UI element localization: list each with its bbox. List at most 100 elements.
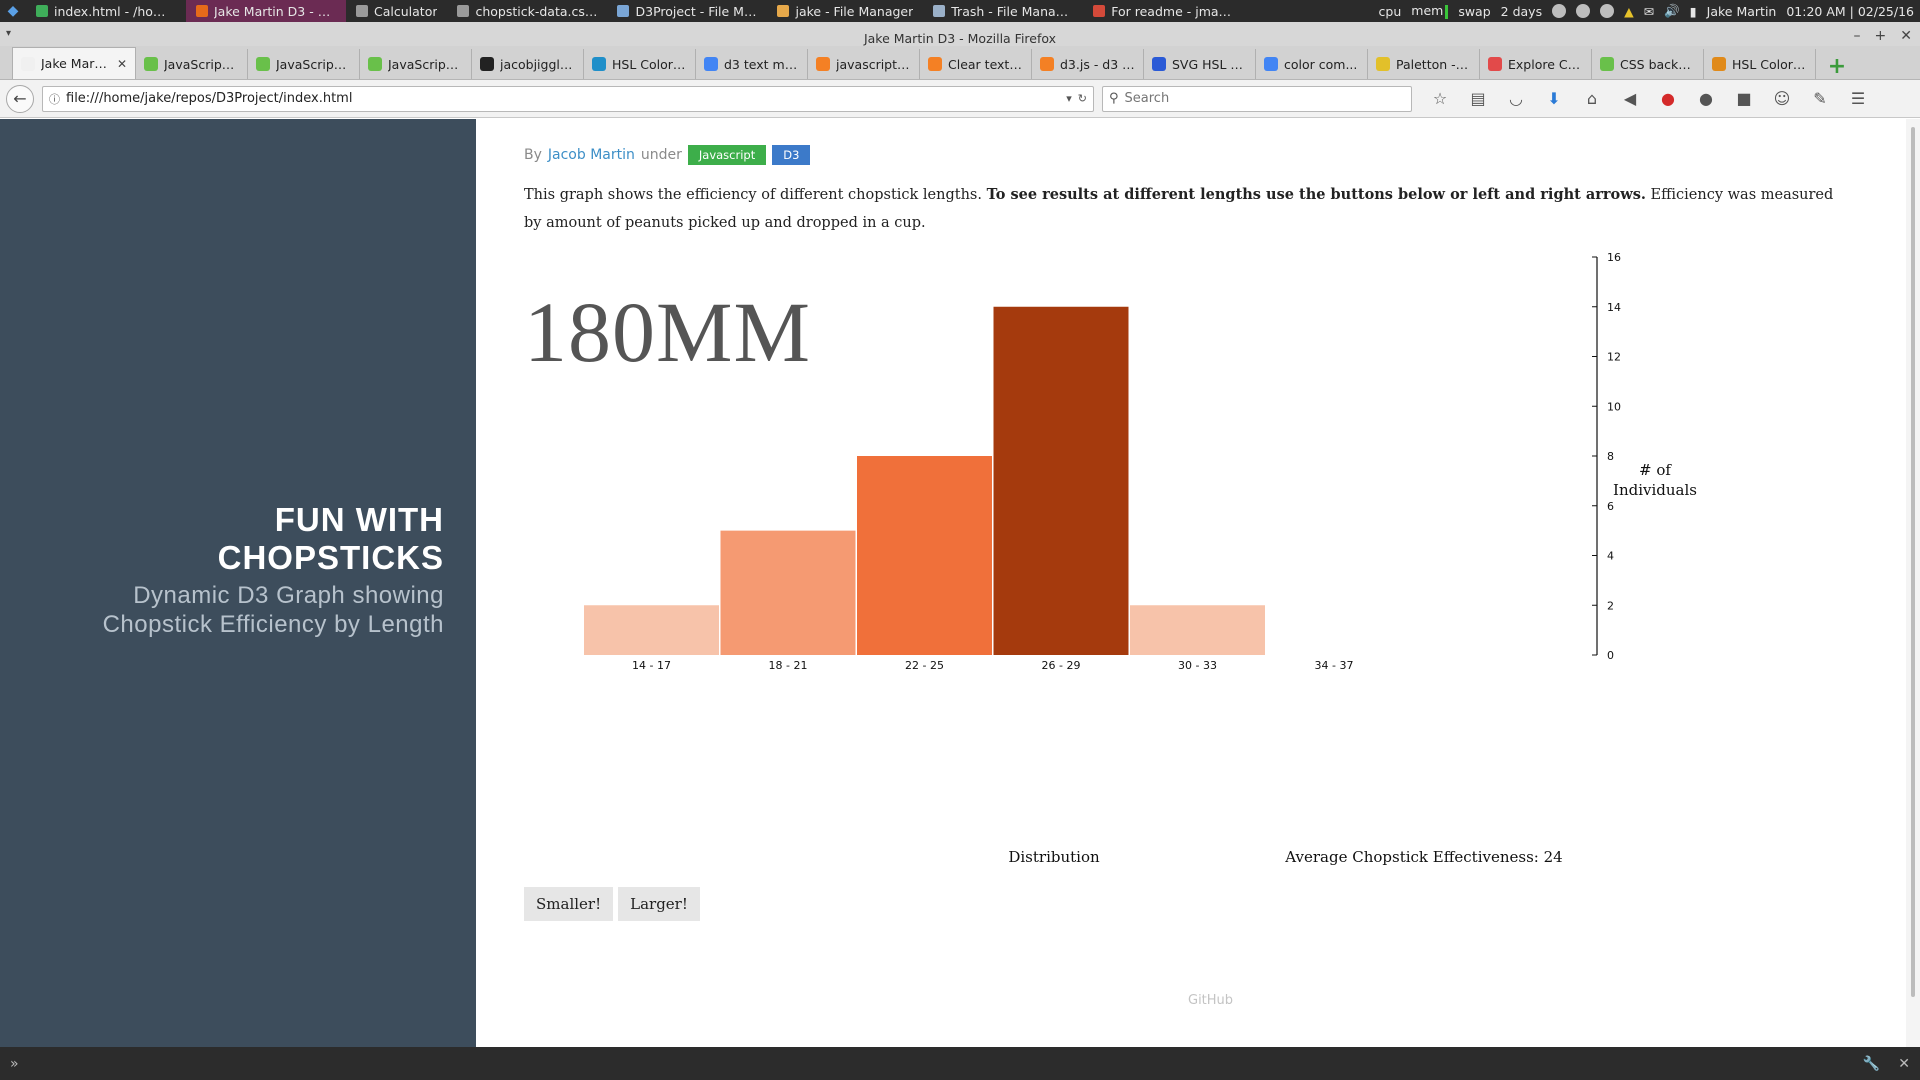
- url-dropdown-icon[interactable]: ▾: [1066, 92, 1072, 105]
- browser-tab[interactable]: javascript -...: [808, 49, 920, 79]
- adblock-icon[interactable]: ●: [1656, 89, 1680, 108]
- customize-icon[interactable]: ✎: [1808, 89, 1832, 108]
- new-tab-icon[interactable]: +: [1824, 53, 1850, 79]
- wifi-icon[interactable]: [1600, 4, 1615, 18]
- bluetooth-icon[interactable]: [1552, 4, 1567, 18]
- browser-tab[interactable]: CSS backg...: [1592, 49, 1704, 79]
- close-window-icon[interactable]: ✕: [1900, 28, 1912, 44]
- volume-icon[interactable]: 🔊: [1664, 3, 1680, 19]
- tools-icon[interactable]: 🔧: [1863, 1056, 1880, 1072]
- chrome-icon[interactable]: [1576, 4, 1591, 18]
- browser-tab[interactable]: Jake Martin... ✕: [12, 47, 136, 79]
- x-tick-label: 26 - 29: [1042, 659, 1081, 672]
- site-info-icon[interactable]: ⓘ: [49, 91, 60, 107]
- browser-tab[interactable]: JavaScript ...: [248, 49, 360, 79]
- browser-tab[interactable]: Paletton - ...: [1368, 49, 1480, 79]
- tab-title: Jake Martin...: [41, 56, 111, 71]
- app-icon: [1093, 5, 1106, 17]
- search-bar[interactable]: ⚲: [1102, 85, 1412, 112]
- y-axis-label: Individuals: [1613, 481, 1697, 499]
- window-menu-icon[interactable]: ▾: [6, 28, 11, 39]
- browser-tab[interactable]: JavaScript ...: [136, 49, 248, 79]
- web-page: FUN WITH CHOPSTICKS Dynamic D3 Graph sho…: [0, 119, 1920, 1047]
- favicon-icon: [1264, 57, 1278, 71]
- favicon-icon: [1600, 57, 1614, 71]
- taskbar-window[interactable]: chopstick-data.csv ...: [447, 0, 607, 22]
- extension-icon[interactable]: ■: [1732, 89, 1756, 108]
- back-button[interactable]: ←: [6, 84, 34, 113]
- browser-tab[interactable]: d3 text mi...: [696, 49, 808, 79]
- browser-tab[interactable]: Explore Co...: [1480, 49, 1592, 79]
- home-icon[interactable]: ⌂: [1580, 89, 1604, 108]
- taskbar-window[interactable]: jake - File Manager: [767, 0, 923, 22]
- github-link[interactable]: GitHub: [1188, 993, 1233, 1008]
- taskbar-window[interactable]: index.html - /home...: [26, 0, 186, 22]
- tab-title: CSS backg...: [1620, 56, 1695, 72]
- browser-tab[interactable]: jacobjiggle...: [472, 49, 584, 79]
- browser-tab[interactable]: HSL Colors...: [584, 49, 696, 79]
- browser-tab[interactable]: color com...: [1256, 49, 1368, 79]
- browser-tab[interactable]: d3.js - d3 l...: [1032, 49, 1144, 79]
- tab-title: Explore Co...: [1508, 56, 1583, 72]
- chart-bar: [584, 605, 719, 655]
- system-tray: cpu mem swap 2 days ▲ ✉ 🔊 ▮ Jake Martin …: [1379, 3, 1920, 19]
- browser-tab[interactable]: HSL Color ...: [1704, 49, 1816, 79]
- share-icon[interactable]: ◀: [1618, 89, 1642, 108]
- downloads-icon[interactable]: ⬇: [1542, 89, 1566, 108]
- browser-tab[interactable]: JavaScript ...: [360, 49, 472, 79]
- app-icon: [617, 5, 630, 17]
- navigation-toolbar: ← ⓘ file:///home/jake/repos/D3Project/in…: [0, 80, 1920, 118]
- taskbar-window-label: index.html - /home...: [54, 3, 176, 19]
- favicon-icon: [1712, 57, 1726, 71]
- y-tick-label: 14: [1607, 301, 1621, 314]
- search-input[interactable]: [1124, 91, 1405, 106]
- smaller-button[interactable]: Smaller!: [524, 887, 614, 921]
- author-link[interactable]: Jacob Martin: [548, 147, 635, 163]
- user-name[interactable]: Jake Martin: [1707, 4, 1777, 19]
- tag-javascript[interactable]: Javascript: [687, 145, 767, 165]
- taskbar-window[interactable]: D3Project - File Ma...: [607, 0, 767, 22]
- battery-icon[interactable]: ▮: [1690, 4, 1697, 19]
- chat-icon[interactable]: ●: [1694, 89, 1718, 108]
- taskbar-window-label: Calculator: [374, 3, 438, 19]
- favicon-icon: [928, 57, 942, 71]
- expand-addon-bar-icon[interactable]: »: [10, 1056, 19, 1072]
- url-text[interactable]: file:///home/jake/repos/D3Project/index.…: [66, 91, 1060, 106]
- start-menu-icon[interactable]: ◆: [0, 0, 26, 22]
- hamburger-menu-icon[interactable]: ☰: [1846, 89, 1870, 108]
- histogram-chart: 14 - 17 18 - 21 22 - 25 26 - 29 30 - 33 34 - …: [584, 251, 1697, 866]
- x-tick-label: 22 - 25: [905, 659, 944, 672]
- chart-bar: [720, 530, 856, 655]
- close-addon-bar-icon[interactable]: ✕: [1898, 1056, 1910, 1072]
- taskbar-window[interactable]: Jake Martin D3 - M...: [186, 0, 346, 22]
- y-tick-label: 6: [1607, 500, 1614, 513]
- favicon-icon: [1040, 57, 1054, 71]
- browser-tab[interactable]: Clear text i...: [920, 49, 1032, 79]
- mail-icon[interactable]: ✉: [1644, 4, 1654, 19]
- tag-d3[interactable]: D3: [772, 145, 811, 165]
- tab-title: color com...: [1284, 56, 1358, 72]
- taskbar-window[interactable]: Trash - File Manager: [923, 0, 1083, 22]
- taskbar-window[interactable]: Calculator: [346, 0, 447, 22]
- main-content: By Jacob Martin under Javascript D3 This…: [524, 119, 1900, 1047]
- average-label: Average Chopstick Effectiveness: 24: [1284, 848, 1562, 866]
- url-bar[interactable]: ⓘ file:///home/jake/repos/D3Project/inde…: [42, 85, 1094, 112]
- taskbar-window[interactable]: For readme - jmart...: [1083, 0, 1243, 22]
- favicon-icon: [256, 57, 270, 71]
- reload-icon[interactable]: ↻: [1078, 92, 1087, 105]
- page-scrollbar[interactable]: [1906, 119, 1920, 1047]
- chart-bar: [857, 456, 992, 655]
- minimize-icon[interactable]: –: [1854, 28, 1861, 44]
- browser-tab[interactable]: SVG HSL C...: [1144, 49, 1256, 79]
- greasemonkey-icon[interactable]: ☺: [1770, 89, 1794, 108]
- pocket-icon[interactable]: ◡: [1504, 89, 1528, 108]
- bookmark-star-icon[interactable]: ☆: [1428, 89, 1452, 108]
- close-tab-icon[interactable]: ✕: [117, 57, 127, 71]
- larger-button[interactable]: Larger!: [618, 887, 700, 921]
- y-tick-label: 2: [1607, 599, 1614, 612]
- warning-icon[interactable]: ▲: [1624, 4, 1634, 19]
- clock[interactable]: 01:20 AM | 02/25/16: [1786, 4, 1914, 19]
- y-tick-label: 0: [1607, 649, 1614, 662]
- bookmarks-menu-icon[interactable]: ▤: [1466, 89, 1490, 108]
- maximize-icon[interactable]: +: [1875, 28, 1887, 44]
